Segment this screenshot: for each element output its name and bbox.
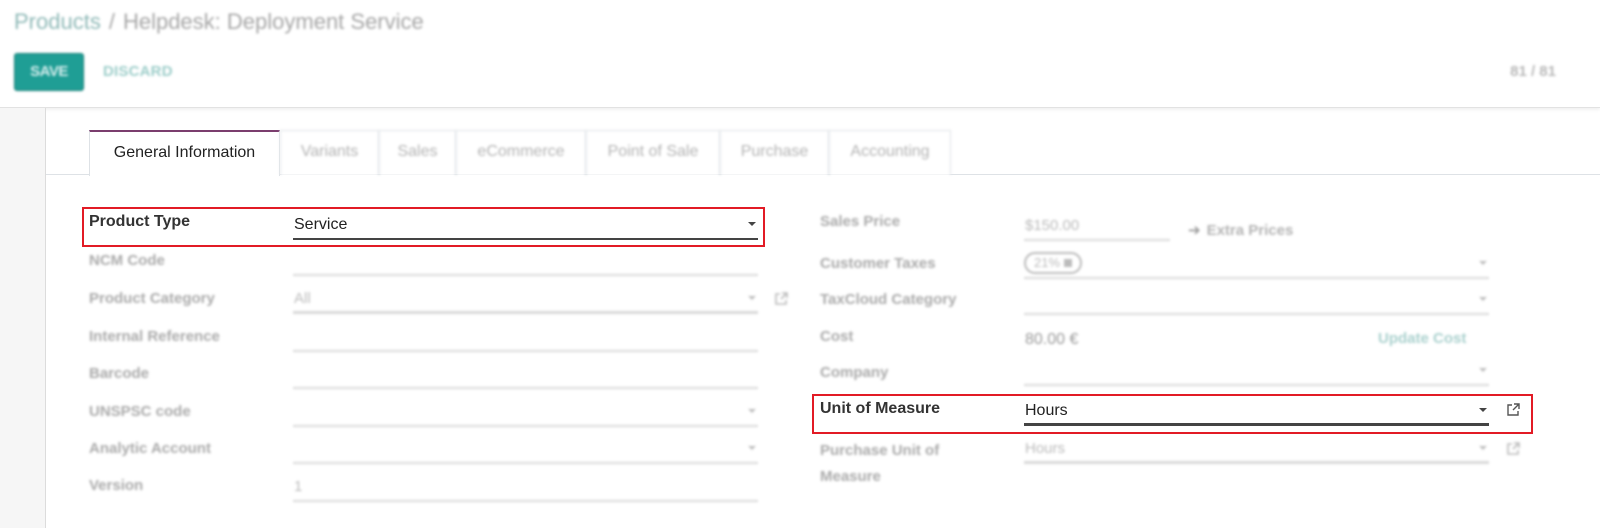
product-category-value: All bbox=[294, 290, 311, 307]
chevron-down-icon bbox=[1479, 368, 1487, 372]
breadcrumb-current: Helpdesk: Deployment Service bbox=[122, 9, 424, 34]
breadcrumb-products-link[interactable]: Products bbox=[14, 9, 101, 34]
external-link-icon[interactable] bbox=[1505, 441, 1521, 457]
taxcloud-category-label: TaxCloud Category bbox=[820, 291, 957, 308]
product-type-value: Service bbox=[294, 216, 348, 233]
company-select[interactable] bbox=[1024, 356, 1489, 386]
tab-variants[interactable]: Variants bbox=[280, 130, 379, 175]
chevron-down-icon bbox=[1479, 408, 1487, 412]
sales-price-input[interactable]: $150.00 bbox=[1024, 211, 1170, 241]
discard-button[interactable]: DISCARD bbox=[103, 63, 173, 80]
chevron-down-icon bbox=[748, 446, 756, 450]
product-type-label: Product Type bbox=[89, 213, 191, 230]
chevron-down-icon bbox=[1479, 446, 1487, 450]
notebook-tabs: General Information Variants Sales eComm… bbox=[46, 130, 1600, 176]
chevron-down-icon bbox=[1479, 297, 1487, 301]
sales-price-label: Sales Price bbox=[820, 213, 901, 230]
analytic-account-select[interactable] bbox=[293, 434, 758, 464]
tax-tag-label: 21% bbox=[1034, 255, 1061, 270]
company-label: Company bbox=[820, 364, 889, 381]
tab-ecommerce[interactable]: eCommerce bbox=[456, 130, 586, 175]
breadcrumb-separator: / bbox=[108, 9, 115, 34]
customer-taxes-label: Customer Taxes bbox=[820, 255, 936, 272]
analytic-account-label: Analytic Account bbox=[89, 440, 211, 457]
extra-prices-label: Extra Prices bbox=[1206, 222, 1294, 239]
taxcloud-category-select[interactable] bbox=[1024, 285, 1489, 315]
tab-general-information[interactable]: General Information bbox=[89, 130, 280, 176]
internal-reference-label: Internal Reference bbox=[89, 328, 220, 345]
remove-tag-icon[interactable] bbox=[1064, 259, 1073, 267]
product-type-select[interactable]: Service bbox=[293, 210, 758, 240]
extra-prices-button[interactable]: ➔ Extra Prices bbox=[1188, 221, 1293, 239]
unit-of-measure-value: Hours bbox=[1025, 402, 1068, 419]
chevron-down-icon bbox=[748, 409, 756, 413]
unspsc-code-label: UNSPSC code bbox=[89, 403, 191, 420]
update-cost-button[interactable]: Update Cost bbox=[1378, 330, 1466, 347]
purchase-uom-label-line2: Measure bbox=[820, 468, 881, 485]
chevron-down-icon bbox=[748, 222, 756, 226]
chevron-down-icon bbox=[1479, 261, 1487, 265]
tax-tag: 21% bbox=[1024, 252, 1083, 274]
version-label: Version bbox=[89, 477, 144, 494]
save-button[interactable]: SAVE bbox=[14, 53, 84, 91]
unspsc-code-select[interactable] bbox=[293, 397, 758, 427]
tab-purchase[interactable]: Purchase bbox=[720, 130, 829, 175]
unit-of-measure-select[interactable]: Hours bbox=[1024, 396, 1489, 426]
barcode-input[interactable] bbox=[293, 359, 758, 389]
chevron-down-icon bbox=[748, 296, 756, 300]
purchase-uom-select[interactable]: Hours bbox=[1024, 434, 1489, 464]
cost-value: 80.00 € bbox=[1025, 331, 1079, 348]
barcode-label: Barcode bbox=[89, 365, 150, 382]
version-input[interactable]: 1 bbox=[293, 472, 758, 502]
external-link-icon[interactable] bbox=[1505, 402, 1521, 418]
control-panel: Products / Helpdesk: Deployment Service SA… bbox=[0, 0, 1600, 108]
internal-reference-input[interactable] bbox=[293, 322, 758, 352]
sheet-background bbox=[0, 108, 46, 528]
ncm-code-label: NCM Code bbox=[89, 252, 165, 269]
ncm-code-input[interactable] bbox=[293, 246, 758, 276]
customer-taxes-input[interactable]: 21% bbox=[1024, 249, 1489, 279]
cost-label: Cost bbox=[820, 328, 854, 345]
product-category-select[interactable]: All bbox=[293, 284, 758, 314]
purchase-uom-label: Purchase Unit of Measure bbox=[820, 438, 939, 490]
purchase-uom-value: Hours bbox=[1025, 440, 1066, 457]
pager-value[interactable]: 81 / 81 bbox=[1510, 63, 1556, 80]
purchase-uom-label-line1: Purchase Unit of bbox=[820, 442, 940, 459]
unit-of-measure-label: Unit of Measure bbox=[820, 400, 941, 417]
breadcrumb: Products / Helpdesk: Deployment Service bbox=[14, 9, 424, 35]
tab-accounting[interactable]: Accounting bbox=[829, 130, 951, 175]
tab-sales[interactable]: Sales bbox=[379, 130, 456, 175]
arrow-right-icon: ➔ bbox=[1188, 222, 1201, 239]
sales-price-value: $150.00 bbox=[1025, 217, 1080, 234]
tab-point-of-sale[interactable]: Point of Sale bbox=[586, 130, 720, 175]
product-category-label: Product Category bbox=[89, 290, 215, 307]
version-value: 1 bbox=[294, 478, 303, 495]
external-link-icon[interactable] bbox=[773, 291, 789, 307]
